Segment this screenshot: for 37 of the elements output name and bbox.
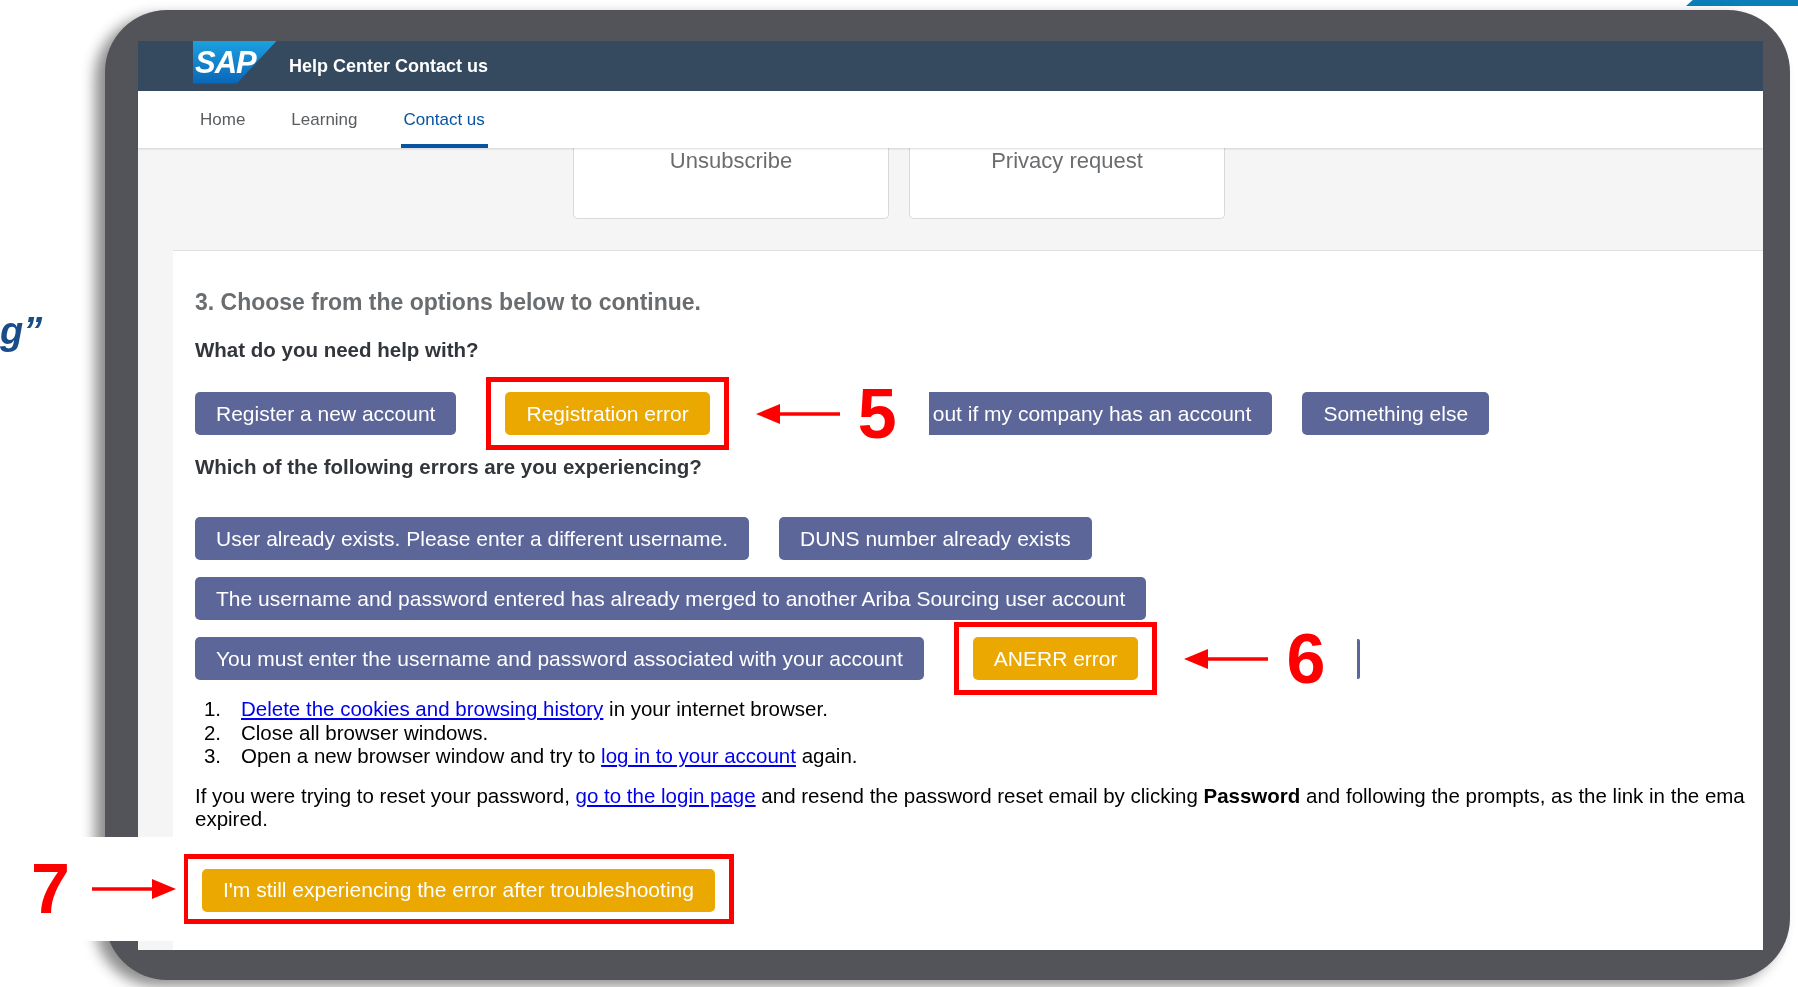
sap-logo: SAP	[193, 40, 277, 84]
header-title: Help Center Contact us	[289, 55, 489, 77]
paragraph-text: If you were trying to reset your password, go to the login page and resend the password reset email by clicking Password and following the prompts, as the link in the ema expired.	[195, 783, 1746, 831]
nav-tab[interactable]: Contact us	[400, 91, 488, 148]
option-button[interactable]: The username and password entered has already merged to another Ariba Sourcing user account	[195, 577, 1147, 620]
option-button[interactable]: Something else	[1302, 392, 1490, 435]
section-heading: 3. Choose from the options below to continue.	[195, 289, 702, 316]
slide-text: g”	[0, 312, 43, 350]
list-item-text: Close all browser windows.	[241, 720, 489, 744]
arrow-icon	[92, 876, 176, 901]
link[interactable]: go to the login page	[575, 783, 756, 807]
nav-tab[interactable]: Home	[197, 91, 249, 148]
option-button[interactable]: User already exists. Please enter a different username.	[195, 517, 750, 560]
option-button[interactable]: DUNS number already exists	[779, 517, 1092, 560]
option-button[interactable]: Register a new account	[195, 392, 457, 435]
list-number: 1.	[202, 697, 221, 721]
option-button[interactable]: You must enter the username and password associated with your account	[195, 637, 924, 680]
list-number: 3.	[202, 744, 221, 768]
list-item-text: Delete the cookies and browsing history in your internet browser.	[241, 697, 828, 721]
nav-tab[interactable]: Learning	[288, 91, 361, 148]
question-label: What do you need help with?	[195, 338, 480, 362]
list-number: 2.	[202, 720, 221, 744]
link[interactable]: log in to your account	[601, 744, 796, 767]
option-card[interactable]: Unsubscribe	[573, 148, 889, 219]
card-label: Unsubscribe	[669, 148, 793, 174]
step-number: 6	[1286, 623, 1326, 694]
question-label: Which of the following errors are you experiencing?	[195, 455, 703, 479]
step-number: 7	[31, 853, 70, 924]
partial-button[interactable]	[1357, 638, 1361, 679]
link[interactable]: Delete the cookies and browsing history	[241, 697, 604, 720]
card-label: Privacy request	[991, 148, 1143, 174]
option-card[interactable]: Privacy request	[909, 148, 1225, 219]
arrow-icon	[1184, 646, 1269, 671]
arrow-icon	[755, 401, 840, 426]
step-number: 5	[857, 378, 897, 449]
list-item-text: Open a new browser window and try to log in to your account again.	[241, 744, 858, 768]
option-button[interactable]: out if my company has an account	[928, 392, 1273, 435]
